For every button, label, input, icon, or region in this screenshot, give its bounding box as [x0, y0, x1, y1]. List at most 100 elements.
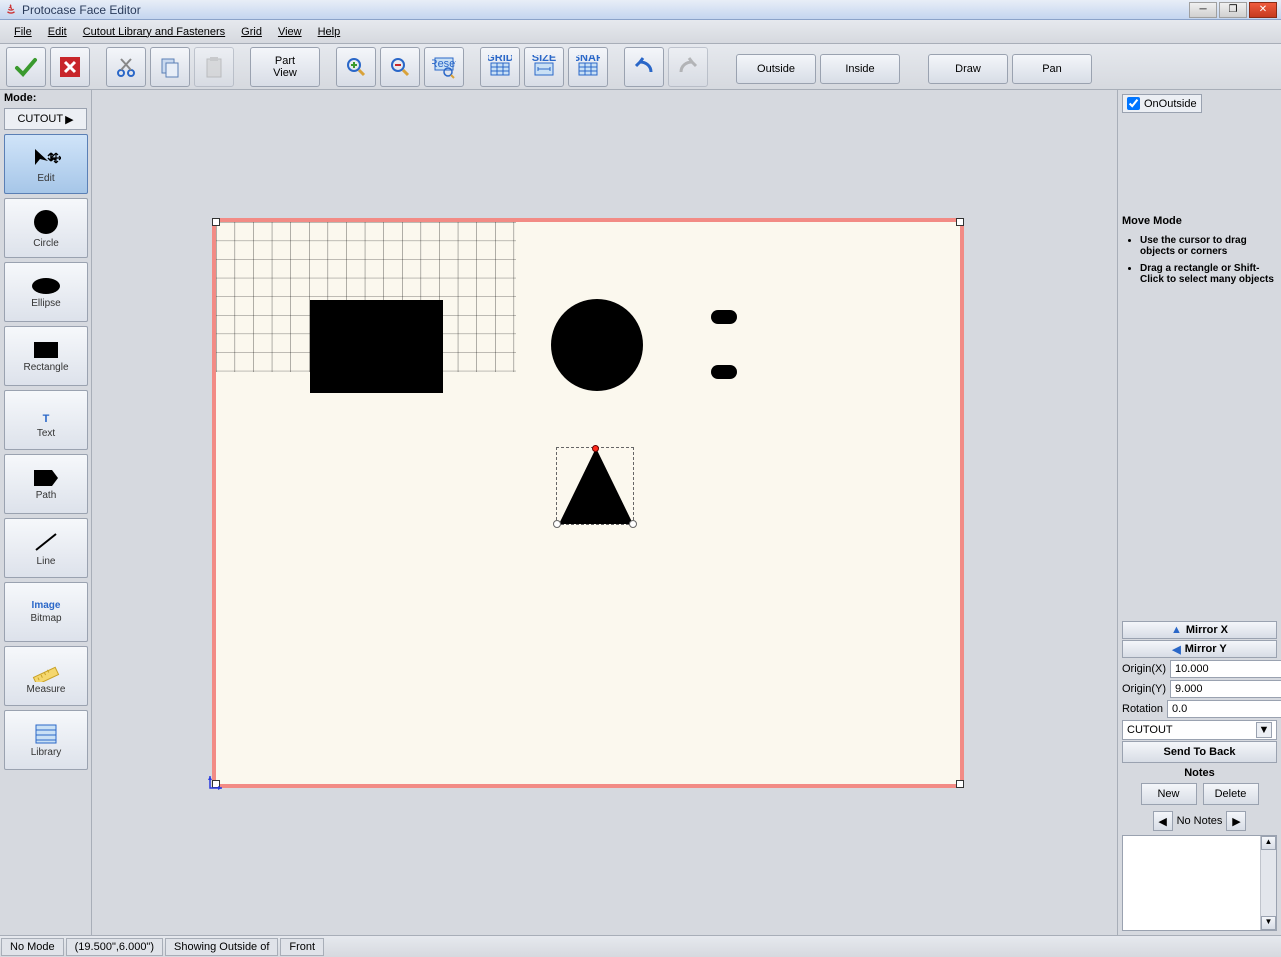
zoom-reset-button[interactable]: Reset [424, 47, 464, 87]
grid-toggle-button[interactable]: GRID [480, 47, 520, 87]
triangle-icon [559, 448, 633, 524]
image-icon: Image [32, 600, 61, 611]
tool-bitmap[interactable]: Image Bitmap [4, 582, 88, 642]
copy-button[interactable] [150, 47, 190, 87]
status-mode: No Mode [1, 938, 64, 956]
tool-rectangle[interactable]: Rectangle [4, 326, 88, 386]
tool-library[interactable]: Library [4, 710, 88, 770]
tool-ellipse[interactable]: Ellipse [4, 262, 88, 322]
svg-text:Reset: Reset [432, 58, 456, 70]
menu-grid[interactable]: Grid [233, 24, 270, 40]
notes-delete-button[interactable]: Delete [1203, 783, 1259, 805]
menu-edit[interactable]: Edit [40, 24, 75, 40]
canvas-area[interactable] [92, 90, 1117, 935]
notes-prev-button[interactable]: ◀ [1153, 811, 1173, 831]
tool-edit[interactable]: Edit [4, 134, 88, 194]
tool-label: Library [31, 747, 62, 758]
titlebar: Protocase Face Editor ─ ❐ ✕ [0, 0, 1281, 20]
left-panel: Mode: CUTOUT▶ Edit Circle Ellipse Rectan… [0, 90, 92, 935]
origin-x-input[interactable] [1170, 660, 1281, 678]
canvas-handle[interactable] [956, 780, 964, 788]
undo-button[interactable] [624, 47, 664, 87]
part-view-button[interactable]: Part View [250, 47, 320, 87]
cancel-button[interactable] [50, 47, 90, 87]
tool-path[interactable]: Path [4, 454, 88, 514]
origin-x-label: Origin(X) [1122, 663, 1166, 675]
canvas-handle[interactable] [956, 218, 964, 226]
redo-button[interactable] [668, 47, 708, 87]
menu-cutout-library[interactable]: Cutout Library and Fasteners [75, 24, 233, 40]
cut-button[interactable] [106, 47, 146, 87]
tool-label: Circle [33, 238, 59, 249]
menu-file[interactable]: File [6, 24, 40, 40]
rotation-label: Rotation [1122, 703, 1163, 715]
close-button[interactable]: ✕ [1249, 2, 1277, 18]
svg-text:T: T [43, 413, 50, 425]
pan-button[interactable]: Pan [1012, 54, 1092, 84]
circle-icon [32, 208, 60, 236]
tool-line[interactable]: Line [4, 518, 88, 578]
tool-text[interactable]: T Text [4, 390, 88, 450]
window-title: Protocase Face Editor [22, 3, 1189, 17]
accept-button[interactable] [6, 47, 46, 87]
origin-handle[interactable] [592, 445, 599, 452]
rotation-input[interactable] [1167, 700, 1281, 718]
menu-view[interactable]: View [270, 24, 310, 40]
size-button[interactable]: SIZE [524, 47, 564, 87]
mode-dropdown[interactable]: CUTOUT▶ [4, 108, 87, 130]
checkbox-icon[interactable] [1127, 97, 1140, 110]
java-icon [4, 3, 18, 17]
chevron-down-icon: ▼ [1256, 722, 1272, 738]
notes-title: Notes [1122, 767, 1277, 779]
tool-circle[interactable]: Circle [4, 198, 88, 258]
shape-selected-triangle[interactable] [556, 447, 634, 525]
mirror-y-button[interactable]: ◀Mirror Y [1122, 640, 1277, 658]
tool-label: Ellipse [31, 298, 60, 309]
path-icon [32, 468, 60, 488]
mirror-x-icon: ▲ [1171, 624, 1182, 636]
notes-textarea[interactable] [1123, 836, 1260, 930]
notes-new-button[interactable]: New [1141, 783, 1197, 805]
shape-circle[interactable] [551, 299, 643, 391]
main-area: Mode: CUTOUT▶ Edit Circle Ellipse Rectan… [0, 90, 1281, 935]
snap-button[interactable]: SNAP [568, 47, 608, 87]
status-showing: Showing Outside of [165, 938, 278, 956]
mirror-y-icon: ◀ [1172, 643, 1180, 656]
outside-button[interactable]: Outside [736, 54, 816, 84]
origin-y-label: Origin(Y) [1122, 683, 1166, 695]
scroll-up-icon[interactable]: ▲ [1261, 836, 1276, 850]
shape-slot[interactable] [711, 365, 737, 379]
notes-next-button[interactable]: ▶ [1226, 811, 1246, 831]
paste-button[interactable] [194, 47, 234, 87]
tool-label: Text [37, 428, 55, 439]
shape-rectangle[interactable] [310, 300, 443, 393]
scrollbar[interactable]: ▲▼ [1260, 836, 1276, 930]
resize-handle[interactable] [553, 520, 561, 528]
resize-handle[interactable] [629, 520, 637, 528]
tool-label: Path [36, 490, 57, 501]
status-coords: (19.500",6.000") [66, 938, 163, 956]
inside-button[interactable]: Inside [820, 54, 900, 84]
menu-help[interactable]: Help [310, 24, 349, 40]
canvas[interactable] [212, 218, 964, 788]
zoom-in-button[interactable] [336, 47, 376, 87]
hint-box: Move Mode Use the cursor to drag objects… [1122, 215, 1277, 291]
minimize-button[interactable]: ─ [1189, 2, 1217, 18]
shape-slot[interactable] [711, 310, 737, 324]
on-outside-checkbox[interactable]: OnOutside [1122, 94, 1202, 113]
zoom-out-button[interactable] [380, 47, 420, 87]
canvas-handle[interactable] [212, 218, 220, 226]
library-icon [34, 723, 58, 745]
scroll-down-icon[interactable]: ▼ [1261, 916, 1276, 930]
tool-measure[interactable]: Measure [4, 646, 88, 706]
rectangle-icon [32, 340, 60, 360]
layer-select[interactable]: CUTOUT▼ [1122, 720, 1277, 740]
hint-item: Use the cursor to drag objects or corner… [1140, 235, 1277, 257]
mirror-x-button[interactable]: ▲Mirror X [1122, 621, 1277, 639]
origin-y-input[interactable] [1170, 680, 1281, 698]
hint-title: Move Mode [1122, 215, 1277, 227]
draw-button[interactable]: Draw [928, 54, 1008, 84]
chevron-right-icon: ▶ [65, 113, 73, 126]
send-to-back-button[interactable]: Send To Back [1122, 741, 1277, 763]
maximize-button[interactable]: ❐ [1219, 2, 1247, 18]
